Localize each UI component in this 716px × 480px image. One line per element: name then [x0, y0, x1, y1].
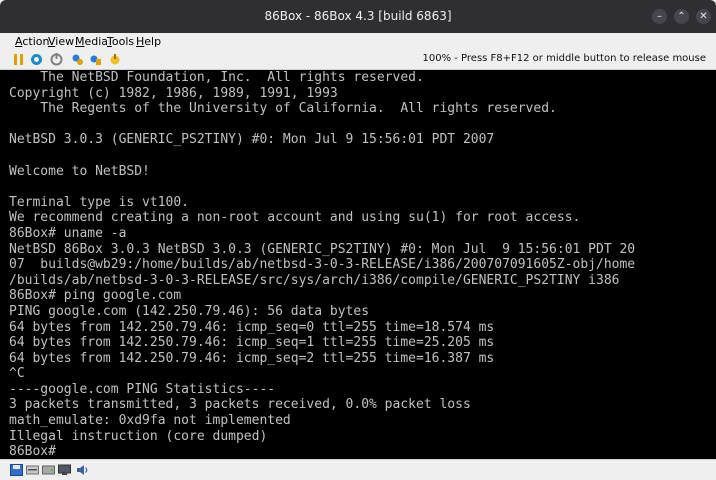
terminal-line: 86Box# ping google.com	[9, 288, 182, 304]
ctrl-alt-esc-icon[interactable]	[89, 53, 102, 66]
minimize-button[interactable]: –	[652, 9, 667, 24]
terminal-line: The Regents of the University of Califor…	[9, 101, 557, 117]
sound-icon[interactable]	[76, 464, 89, 476]
terminal-line: math_emulate: 0xd9fa not implemented	[9, 413, 291, 429]
acpi-shutdown-icon[interactable]	[109, 53, 122, 66]
menu-view[interactable]: View	[48, 35, 74, 48]
terminal-line: Welcome to NetBSD!	[9, 163, 150, 179]
terminal-line: PING google.com (142.250.79.46): 56 data…	[9, 303, 370, 319]
pause-icon[interactable]	[12, 53, 25, 66]
reset-icon[interactable]	[50, 53, 63, 66]
menu-help[interactable]: Help	[136, 35, 161, 48]
terminal-line: Copyright (c) 1982, 1986, 1989, 1991, 19…	[9, 85, 338, 101]
terminal-line: Terminal type is vt100.	[9, 194, 190, 210]
floppy-drive-icon[interactable]	[10, 464, 23, 476]
toolbar: 100% - Press F8+F12 or middle button to …	[0, 50, 716, 70]
terminal-line: 64 bytes from 142.250.79.46: icmp_seq=1 …	[9, 335, 495, 351]
terminal-line: 64 bytes from 142.250.79.46: icmp_seq=2 …	[9, 350, 495, 366]
terminal-line: 86Box# uname -a	[9, 225, 127, 241]
terminal-output: The NetBSD Foundation, Inc. All rights r…	[0, 70, 716, 459]
terminal-line: The NetBSD Foundation, Inc. All rights r…	[9, 70, 424, 85]
menu-tools[interactable]: Tools	[107, 35, 134, 48]
window-title: 86Box - 86Box 4.3 [build 6863]	[264, 9, 452, 23]
menu-media[interactable]: Media	[75, 35, 108, 48]
mouse-release-hint: 100% - Press F8+F12 or middle button to …	[422, 53, 706, 64]
terminal-line: Illegal instruction (core dumped)	[9, 428, 268, 444]
terminal-line: NetBSD 86Box 3.0.3 NetBSD 3.0.3 (GENERIC…	[9, 241, 636, 257]
menu-action[interactable]: Action	[15, 35, 49, 48]
menu-bar: Action View Media Tools Help	[0, 33, 716, 50]
terminal-line: NetBSD 3.0.3 (GENERIC_PS2TINY) #0: Mon J…	[9, 132, 495, 148]
ctrl-alt-del-icon[interactable]	[30, 53, 43, 66]
terminal-line: 86Box#	[9, 444, 56, 459]
terminal-line: 64 bytes from 142.250.79.46: icmp_seq=0 …	[9, 319, 495, 335]
hard-disk-icon[interactable]	[42, 464, 55, 476]
network-icon[interactable]	[58, 464, 71, 476]
terminal-line: 07 builds@wb29:/home/builds/ab/netbsd-3-…	[9, 257, 636, 273]
terminal-line: /builds/ab/netbsd-3-0-3-RELEASE/src/sys/…	[9, 272, 620, 288]
emulator-window: 86Box - 86Box 4.3 [build 6863] – ⌃ ✕ Act…	[0, 0, 716, 480]
cdrom-drive-icon[interactable]	[26, 464, 39, 476]
terminal-line: ----google.com PING Statistics----	[9, 381, 276, 397]
close-button[interactable]: ✕	[696, 9, 711, 24]
terminal-line: 3 packets transmitted, 3 packets receive…	[9, 397, 471, 413]
maximize-button[interactable]: ⌃	[674, 9, 689, 24]
emulated-display[interactable]: The NetBSD Foundation, Inc. All rights r…	[0, 70, 716, 459]
terminal-line: We recommend creating a non-root account…	[9, 210, 581, 226]
status-bar	[0, 459, 716, 480]
terminal-line: ^C	[9, 366, 25, 382]
settings-icon[interactable]	[71, 53, 84, 66]
title-bar: 86Box - 86Box 4.3 [build 6863] – ⌃ ✕	[0, 0, 716, 33]
